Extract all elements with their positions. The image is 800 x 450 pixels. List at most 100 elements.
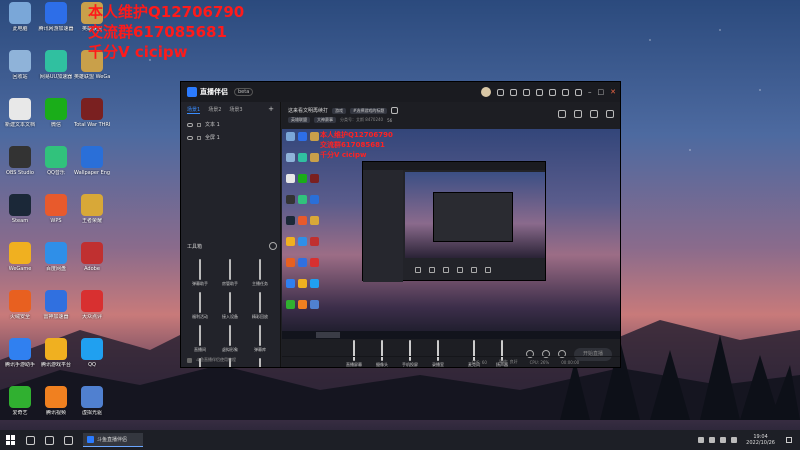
tab-scene-3[interactable]: 场景3 [229, 106, 242, 114]
category-chip[interactable]: 游戏 [332, 107, 347, 114]
shirt-icon[interactable] [510, 88, 517, 96]
window-titlebar[interactable]: 直播伴侣 beta – □ ✕ [181, 82, 620, 102]
desktop-icon[interactable]: 雷神加速器 [38, 290, 74, 336]
tutorial-link[interactable]: 斗鱼直播伴侣使用教程 [187, 357, 236, 363]
share-icon[interactable] [606, 110, 614, 118]
tool-item[interactable]: 福利活动 [185, 292, 215, 320]
source-row[interactable]: 全屏 1 [181, 131, 280, 144]
desktop-icon[interactable]: WeGame [2, 242, 38, 288]
desktop-icon-label: OBS Studio [6, 170, 34, 176]
network-icon[interactable] [709, 437, 716, 443]
task-view-icon[interactable] [45, 435, 54, 445]
search-icon[interactable] [26, 435, 35, 445]
chart-icon[interactable] [574, 110, 582, 118]
tool-item[interactable]: 直播间 [185, 325, 215, 353]
desktop-icon[interactable]: 虚拟光驱 [74, 386, 110, 432]
maximize-button[interactable]: □ [598, 88, 605, 96]
user-avatar[interactable] [481, 87, 491, 97]
desktop-icon-label: 新建文本文档 [4, 122, 35, 128]
stream-preview[interactable]: 本人维护Q12706790 交流群617085681 千分V cicipw [282, 129, 620, 339]
chevron-up-icon[interactable] [698, 437, 705, 443]
desktop-icon[interactable]: 网易UU加速器 [38, 50, 74, 96]
lock-icon[interactable] [558, 110, 566, 118]
tool-item[interactable]: 接入设备 [215, 292, 245, 320]
desktop-icon[interactable]: 腾讯视频 [38, 386, 74, 432]
desktop-icon[interactable]: 腾讯手游助手 [2, 338, 38, 384]
message-icon[interactable] [536, 88, 543, 96]
desktop-icon[interactable]: 腾讯游戏平台 [38, 338, 74, 384]
app-icon [9, 146, 31, 168]
tool-item[interactable]: 弹幕助手 [185, 259, 215, 287]
desktop-icon[interactable]: Total War THREE KI... [74, 98, 110, 144]
desktop-icon[interactable]: QQ音乐 [38, 146, 74, 192]
folder-icon[interactable] [64, 435, 73, 445]
skin-icon[interactable] [562, 88, 569, 96]
clock[interactable]: 19:04 2022/10/26 [746, 434, 775, 446]
flag-icon[interactable] [590, 110, 598, 118]
menu-icon[interactable] [575, 88, 582, 96]
app-icon [81, 242, 103, 264]
desktop-icon[interactable]: 回收站 [2, 50, 38, 96]
gift-icon[interactable] [523, 88, 530, 96]
tool-item[interactable]: 主播任务 [245, 259, 275, 287]
app-icon [9, 290, 31, 312]
headset-icon[interactable] [497, 88, 504, 96]
taskbar-app-live-companion[interactable]: 斗鱼直播伴侣 [83, 433, 143, 447]
lock-icon[interactable] [197, 135, 201, 140]
desktop-icon-label: 腾讯手游助手 [4, 362, 35, 368]
edit-icon[interactable] [391, 107, 399, 114]
desktop-icon[interactable]: OBS Studio [2, 146, 38, 192]
desktop-icon[interactable]: 大众点评 [74, 290, 110, 336]
desktop-icon[interactable]: 新建文本文档 [2, 98, 38, 144]
tool-item[interactable]: 精彩回放 [245, 292, 275, 320]
collapse-icon[interactable] [269, 242, 277, 250]
desktop-icon[interactable]: 此电脑 [2, 2, 38, 48]
desktop-icon[interactable]: 百度网盘 [38, 242, 74, 288]
tool-item[interactable]: 房管助手 [215, 259, 245, 287]
source-row[interactable]: 文本 1 [181, 118, 280, 131]
live-companion-window[interactable]: 直播伴侣 beta – □ ✕ 场景1 场景2 场景3 + 文本 1 全屏 1 … [180, 81, 621, 368]
network-status: 网络: 良好 [498, 359, 518, 364]
share-icon[interactable] [549, 88, 556, 96]
desktop-icon[interactable]: WPS [38, 194, 74, 240]
start-button[interactable] [6, 435, 16, 445]
add-scene-button[interactable]: + [268, 106, 274, 114]
tool-item[interactable]: 虚拟形象 [215, 325, 245, 353]
desktop-icon[interactable]: 火绒安全 [2, 290, 38, 336]
desktop-icon-label: WPS [50, 218, 62, 224]
desktop-icon-label: 此电脑 [12, 26, 28, 32]
preview-desktop-icon [310, 132, 319, 141]
room-title[interactable]: 这来看文明再续打 [288, 107, 328, 114]
notification-icon[interactable] [786, 437, 792, 443]
preview-desktop-icon [286, 132, 295, 141]
avatar-icon [229, 325, 231, 346]
desktop-icon-label: Steam [11, 218, 29, 224]
desktop-icon-label: 虚拟光驱 [81, 410, 102, 416]
tool-item[interactable]: 弹幕库 [245, 325, 275, 353]
desktop-icon[interactable]: 微信 [38, 98, 74, 144]
eye-icon[interactable] [187, 122, 193, 127]
tool-item[interactable]: 下载 [245, 358, 275, 367]
game-chip[interactable]: 英雄联盟 [288, 117, 310, 123]
lock-icon[interactable] [197, 122, 201, 127]
volume-icon[interactable] [720, 437, 727, 443]
topic-chip[interactable]: #选择游戏的标题 [350, 107, 388, 114]
close-button[interactable]: ✕ [610, 88, 616, 96]
minimize-button[interactable]: – [588, 88, 592, 96]
input-method-icon[interactable] [731, 437, 738, 443]
desktop-icon[interactable]: Adobe [74, 242, 110, 288]
desktop-icon[interactable]: QQ [74, 338, 110, 384]
eye-icon[interactable] [187, 135, 193, 140]
preview-desktop-icon [286, 279, 295, 288]
desktop-icon[interactable]: Steam [2, 194, 38, 240]
overlay-text-wechat: 千分V cicipw [88, 43, 188, 61]
app-icon [9, 98, 31, 120]
preview-desktop-icon [310, 279, 319, 288]
desktop-icon[interactable]: 爱奇艺 [2, 386, 38, 432]
tab-scene-1[interactable]: 场景1 [187, 106, 201, 114]
desktop-icon[interactable]: Wallpaper Engine [74, 146, 110, 192]
subcategory-chip[interactable]: 大神赛事 [314, 117, 336, 123]
desktop-icon[interactable]: 王者荣耀 [74, 194, 110, 240]
desktop-icon[interactable]: 腾讯网游加速器 [38, 2, 74, 48]
tab-scene-2[interactable]: 场景2 [208, 106, 221, 114]
